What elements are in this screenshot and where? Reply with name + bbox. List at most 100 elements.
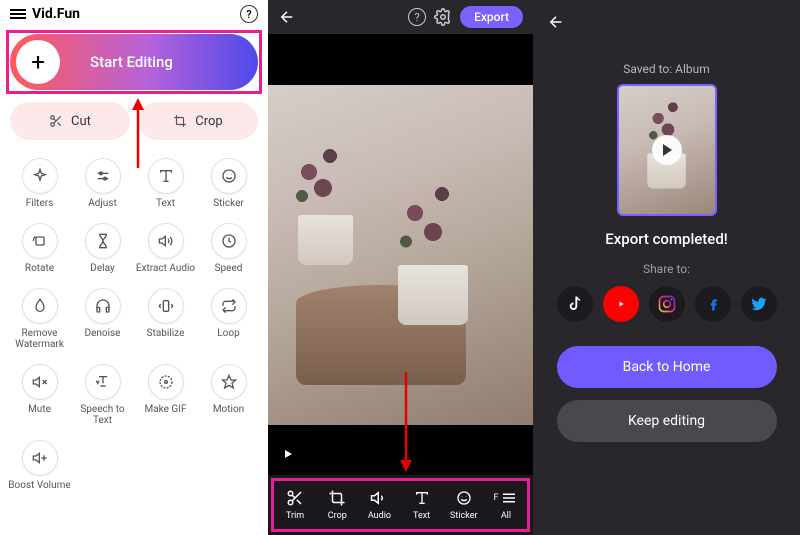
- hourglass-icon: [85, 223, 121, 259]
- share-to-label: Share to:: [643, 262, 690, 276]
- play-icon: [652, 135, 682, 165]
- toolbar-label: Text: [413, 511, 430, 521]
- tool-label: Adjust: [88, 198, 117, 209]
- tool-boost-volume[interactable]: Boost Volume: [8, 434, 71, 497]
- menu-icon[interactable]: [10, 9, 26, 19]
- toolbar-sticker[interactable]: Sticker: [443, 489, 485, 521]
- toolbar-label: Sticker: [450, 511, 477, 521]
- video-preview[interactable]: [268, 34, 533, 475]
- tool-label: Filters: [26, 198, 54, 209]
- stabilize-icon: [148, 288, 184, 324]
- tool-label: Make GIF: [145, 404, 187, 415]
- toolbar-label: Crop: [328, 511, 347, 521]
- back-icon[interactable]: [278, 8, 296, 26]
- tool-delay[interactable]: Delay: [71, 217, 134, 280]
- audio-icon: [370, 489, 388, 507]
- tool-label: Text: [156, 198, 175, 209]
- tool-label: Loop: [217, 328, 239, 339]
- toolbar-trim[interactable]: Trim: [274, 489, 316, 521]
- share-youtube[interactable]: [603, 286, 639, 322]
- tool-label: Speech to Text: [71, 404, 134, 426]
- tool-label: Boost Volume: [8, 480, 70, 491]
- toolbar-label: Trim: [286, 511, 304, 521]
- toolbar-label: Audio: [368, 511, 391, 521]
- cut-crop-row: Cut Crop: [10, 102, 258, 140]
- start-editing-wrap: + Start Editing: [10, 34, 258, 90]
- scissors-icon: [286, 489, 304, 507]
- toolbar-text[interactable]: Text: [401, 489, 443, 521]
- share-instagram[interactable]: [649, 286, 685, 322]
- cut-label: Cut: [71, 114, 91, 129]
- tool-speech-to-text[interactable]: Speech to Text: [71, 358, 134, 432]
- help-icon[interactable]: ?: [408, 8, 426, 26]
- tool-label: Denoise: [85, 328, 121, 339]
- back-to-home-button[interactable]: Back to Home: [557, 346, 777, 388]
- text-icon: [414, 489, 430, 507]
- tool-stabilize[interactable]: Stabilize: [134, 282, 197, 356]
- tool-text[interactable]: Text: [134, 152, 197, 215]
- share-row: [557, 286, 777, 322]
- gif-icon: [148, 364, 184, 400]
- toolbar-label: All: [501, 511, 511, 521]
- smile-icon: [211, 158, 247, 194]
- tool-filters[interactable]: Filters: [8, 152, 71, 215]
- editor-panel: ? Export Trim Crop Audio Text Sticker F All: [268, 0, 533, 535]
- tool-label: Remove Watermark: [8, 328, 71, 350]
- crop-button[interactable]: Crop: [138, 102, 258, 140]
- crop-icon: [328, 489, 346, 507]
- settings-icon[interactable]: [434, 8, 452, 26]
- tool-rotate[interactable]: Rotate: [8, 217, 71, 280]
- play-button[interactable]: [276, 443, 298, 465]
- loop-icon: [211, 288, 247, 324]
- tool-motion[interactable]: Motion: [197, 358, 260, 432]
- saved-to-label: Saved to: Album: [623, 62, 710, 76]
- tool-remove-watermark[interactable]: Remove Watermark: [8, 282, 71, 356]
- app-title: Vid.Fun: [32, 6, 80, 22]
- tool-label: Extract Audio: [136, 263, 195, 274]
- scissors-icon: [49, 114, 63, 128]
- tool-label: Delay: [90, 263, 114, 274]
- tool-label: Mute: [28, 404, 51, 415]
- share-facebook[interactable]: [695, 286, 731, 322]
- boost-icon: [22, 440, 58, 476]
- start-editing-button[interactable]: + Start Editing: [10, 34, 258, 90]
- drop-icon: [22, 288, 58, 324]
- motion-icon: [211, 364, 247, 400]
- sliders-icon: [85, 158, 121, 194]
- tool-label: Rotate: [25, 263, 54, 274]
- speech-icon: [85, 364, 121, 400]
- share-tiktok[interactable]: [557, 286, 593, 322]
- crop-label: Crop: [195, 114, 222, 129]
- headphones-icon: [85, 288, 121, 324]
- back-icon[interactable]: [547, 13, 565, 31]
- tool-adjust[interactable]: Adjust: [71, 152, 134, 215]
- export-panel: Saved to: Album Export completed! Share …: [533, 0, 800, 535]
- home-header: Vid.Fun ?: [0, 0, 268, 28]
- share-twitter[interactable]: [741, 286, 777, 322]
- export-completed-label: Export completed!: [605, 230, 728, 248]
- home-panel: Vid.Fun ? + Start Editing Cut Crop Filte…: [0, 0, 268, 535]
- toolbar-all[interactable]: F All: [485, 489, 527, 521]
- editor-toolbar: Trim Crop Audio Text Sticker F All: [268, 475, 533, 535]
- help-icon[interactable]: ?: [240, 5, 258, 23]
- toolbar-crop[interactable]: Crop: [316, 489, 358, 521]
- plus-icon: +: [16, 40, 60, 84]
- rotate-icon: [22, 223, 58, 259]
- text-icon: [148, 158, 184, 194]
- tool-extract-audio[interactable]: Extract Audio: [134, 217, 197, 280]
- tool-denoise[interactable]: Denoise: [71, 282, 134, 356]
- export-button[interactable]: Export: [460, 6, 523, 28]
- keep-editing-button[interactable]: Keep editing: [557, 400, 777, 442]
- export-header: [547, 10, 786, 34]
- menu-icon: F: [493, 489, 518, 507]
- tool-label: Stabilize: [147, 328, 185, 339]
- tool-make-gif[interactable]: Make GIF: [134, 358, 197, 432]
- cut-button[interactable]: Cut: [10, 102, 130, 140]
- video-thumbnail[interactable]: [617, 84, 717, 216]
- toolbar-audio[interactable]: Audio: [358, 489, 400, 521]
- tool-label: Sticker: [213, 198, 244, 209]
- tool-sticker[interactable]: Sticker: [197, 152, 260, 215]
- tool-mute[interactable]: Mute: [8, 358, 71, 432]
- tool-loop[interactable]: Loop: [197, 282, 260, 356]
- tool-speed[interactable]: Speed: [197, 217, 260, 280]
